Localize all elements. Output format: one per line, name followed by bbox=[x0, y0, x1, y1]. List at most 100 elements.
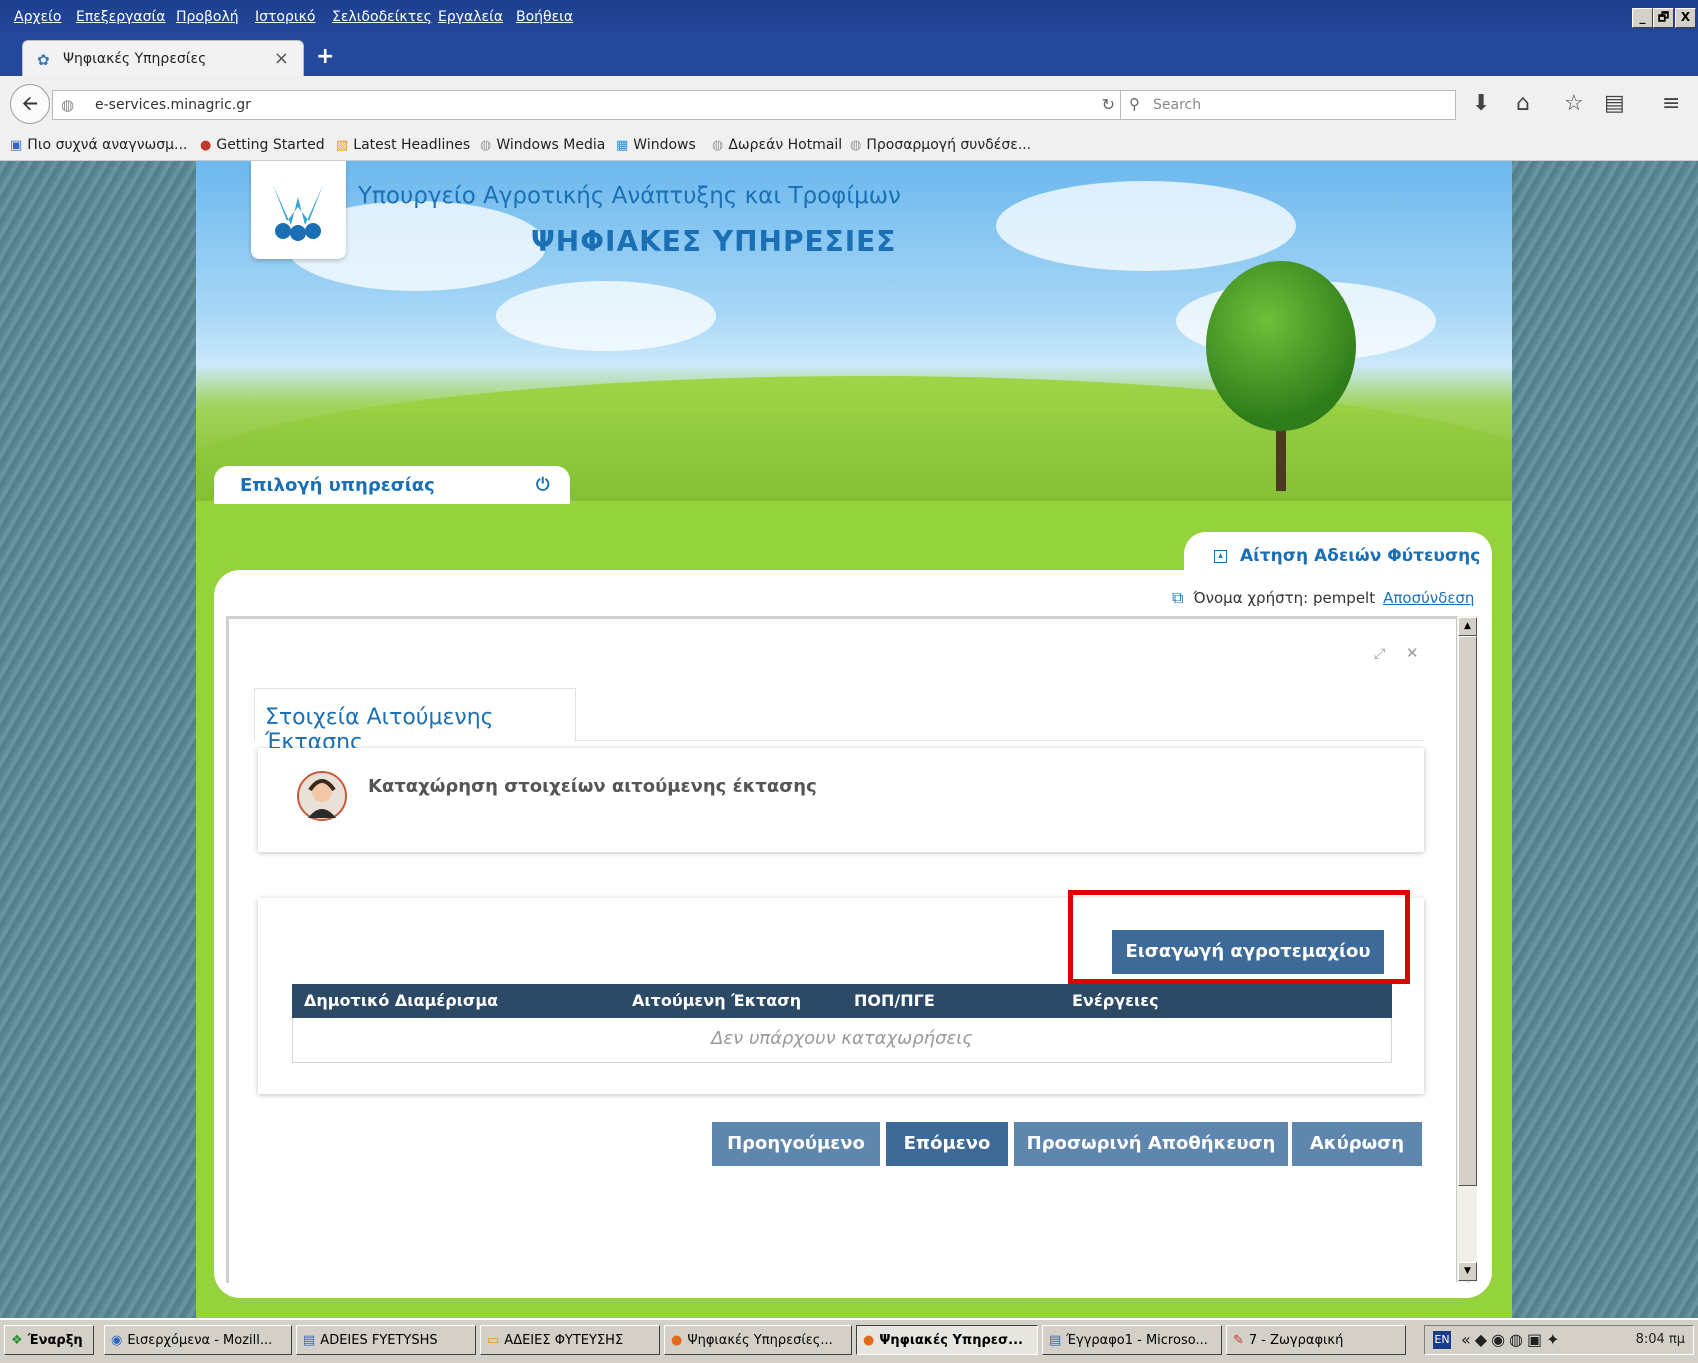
hamburger-menu-icon[interactable]: ≡ bbox=[1662, 91, 1680, 116]
ministry-logo bbox=[251, 161, 346, 259]
taskbar-item[interactable]: ◉ Εισερχόμενα - Mozill... bbox=[104, 1325, 292, 1355]
table-row: Δεν υπάρχουν καταχωρήσεις bbox=[292, 1018, 1392, 1063]
tab-divider bbox=[574, 740, 1424, 741]
bookmark-item[interactable]: ◍ Προσαρμογή συνδέσε... bbox=[850, 137, 1031, 153]
empty-message: Δεν υπάρχουν καταχωρήσεις bbox=[711, 1028, 973, 1049]
close-window-button[interactable]: X bbox=[1675, 8, 1696, 28]
tab-title: Ψηφιακές Υπηρεσίες bbox=[63, 51, 207, 67]
cloud bbox=[496, 281, 716, 351]
site-title: ΨΗΦΙΑΚΕΣ ΥΠΗΡΕΣΙΕΣ bbox=[531, 225, 897, 258]
scrollbar[interactable]: ▲ ▼ bbox=[1456, 616, 1477, 1282]
bookmark-item[interactable]: ▦ Windows bbox=[616, 137, 696, 153]
external-link-icon[interactable]: ⧉ bbox=[1172, 588, 1183, 607]
application-tab[interactable]: ▴ Αίτηση Αδειών Φύτευσης bbox=[1184, 532, 1492, 584]
service-select-tab[interactable]: Επιλογή υπηρεσίας ⏻ bbox=[214, 466, 570, 504]
bookmark-item[interactable]: ▧ Latest Headlines bbox=[336, 137, 470, 153]
taskbar-item[interactable]: ▭ ΑΔΕΙΕΣ ΦΥΤΕΥΣΗΣ bbox=[480, 1325, 660, 1355]
home-icon[interactable]: ⌂ bbox=[1516, 91, 1530, 116]
site-favicon-icon: ✿ bbox=[37, 51, 50, 69]
taskbar-item[interactable]: ▤ Έγγραφο1 - Microso... bbox=[1042, 1325, 1222, 1355]
thunderbird-icon: ◉ bbox=[111, 1333, 123, 1348]
globe-icon: ◍ bbox=[480, 138, 492, 153]
ministry-logo-icon bbox=[273, 185, 323, 241]
bookmark-item[interactable]: ▣ Πιο συχνά αναγνωσμ... bbox=[10, 137, 187, 153]
frequent-icon: ▣ bbox=[10, 138, 23, 153]
language-indicator[interactable]: EN bbox=[1433, 1331, 1451, 1349]
reading-list-icon[interactable]: ▤ bbox=[1604, 91, 1625, 116]
firefox-icon: ● bbox=[863, 1333, 875, 1348]
url-bar[interactable]: ◍ e-services.minagric.gr ↻ bbox=[52, 90, 1128, 120]
download-icon[interactable]: ⬇ bbox=[1472, 91, 1490, 116]
menu-tools[interactable]: Εργαλεία bbox=[438, 9, 503, 25]
windows-logo-icon: ❖ bbox=[11, 1333, 23, 1348]
menu-edit[interactable]: Επεξεργασία bbox=[76, 9, 165, 25]
taskbar-item[interactable]: ✎ 7 - Ζωγραφική bbox=[1226, 1325, 1406, 1355]
taskbar-item[interactable]: ▤ ADEIES FYETYSHS bbox=[296, 1325, 476, 1355]
ministry-name: Υπουργείο Αγροτικής Ανάπτυξης και Τροφίμ… bbox=[358, 183, 901, 209]
menu-help[interactable]: Βοήθεια bbox=[516, 9, 573, 25]
start-button[interactable]: ❖ Έναρξη bbox=[4, 1325, 94, 1355]
info-card: Καταχώρηση στοιχείων αιτούμενης έκτασης bbox=[258, 748, 1424, 852]
scroll-up-icon[interactable]: ▲ bbox=[1458, 617, 1477, 636]
column-header: Ενέργειες bbox=[1072, 991, 1159, 1010]
logout-link[interactable]: Αποσύνδεση bbox=[1383, 589, 1474, 607]
user-info: ⧉ Όνομα χρήστη: pempelt Αποσύνδεση bbox=[1172, 588, 1474, 608]
header-banner: Υπουργείο Αγροτικής Ανάπτυξης και Τροφίμ… bbox=[196, 161, 1512, 501]
word-doc-icon: ▤ bbox=[303, 1333, 316, 1348]
search-placeholder: Search bbox=[1153, 97, 1202, 113]
expand-icon[interactable]: ⤢ bbox=[1374, 646, 1385, 662]
taskbar-item-active[interactable]: ● Ψηφιακές Υπηρεσ... bbox=[856, 1325, 1038, 1355]
temporary-save-button[interactable]: Προσωρινή Αποθήκευση bbox=[1014, 1122, 1288, 1166]
search-input[interactable]: ⚲ Search bbox=[1120, 90, 1456, 120]
menu-history[interactable]: Ιστορικό bbox=[255, 9, 315, 25]
tree-icon bbox=[1206, 261, 1356, 431]
tab-bar: ✿ Ψηφιακές Υπηρεσίες × bbox=[0, 36, 1698, 77]
menu-view[interactable]: Προβολή bbox=[176, 9, 239, 25]
globe-icon: ◍ bbox=[61, 96, 75, 114]
close-tab-icon[interactable]: × bbox=[274, 48, 289, 69]
browser-tab-active[interactable]: ✿ Ψηφιακές Υπηρεσίες × bbox=[22, 40, 304, 77]
bookmark-item[interactable]: ◍ Windows Media bbox=[480, 137, 605, 153]
scroll-down-icon[interactable]: ▼ bbox=[1458, 1262, 1477, 1281]
collapse-icon: ▴ bbox=[1214, 550, 1227, 563]
paint-icon: ✎ bbox=[1233, 1333, 1244, 1348]
tray-icons[interactable]: «◆◉◍▣✦ bbox=[1461, 1330, 1564, 1349]
taskbar: ❖ Έναρξη ◉ Εισερχόμενα - Mozill... ▤ ADEIES… bbox=[0, 1318, 1698, 1363]
close-icon[interactable]: ✕ bbox=[1406, 644, 1419, 662]
bookmark-star-icon[interactable]: ☆ bbox=[1564, 91, 1584, 116]
highlight-box bbox=[1068, 890, 1410, 984]
maximize-button[interactable]: 🗗 bbox=[1653, 8, 1674, 28]
column-header: Δημοτικό Διαμέρισμα bbox=[304, 991, 499, 1010]
reload-icon[interactable]: ↻ bbox=[1102, 95, 1115, 114]
power-icon: ⏻ bbox=[536, 475, 550, 495]
windows-icon: ▦ bbox=[616, 138, 629, 153]
scrollbar-thumb[interactable] bbox=[1458, 636, 1477, 1186]
cancel-button[interactable]: Ακύρωση bbox=[1292, 1122, 1422, 1166]
support-agent-icon bbox=[297, 771, 347, 821]
bookmark-item[interactable]: ● Getting Started bbox=[200, 137, 325, 153]
menu-bar: Αρχείο Επεξεργασία Προβολή Ιστορικό Σελι… bbox=[0, 0, 1698, 36]
bookmark-item[interactable]: ◍ Δωρεάν Hotmail bbox=[712, 137, 842, 153]
minimize-button[interactable]: _ bbox=[1632, 8, 1653, 28]
previous-button[interactable]: Προηγούμενο bbox=[712, 1122, 880, 1166]
bookmarks-bar: ▣ Πιο συχνά αναγνωσμ... ● Getting Started … bbox=[0, 132, 1698, 161]
back-button[interactable]: 🡨 bbox=[10, 84, 50, 124]
firefox-icon: ● bbox=[671, 1333, 683, 1348]
rss-icon: ▧ bbox=[336, 138, 349, 153]
menu-bookmarks[interactable]: Σελιδοδείκτες bbox=[332, 9, 432, 25]
info-text: Καταχώρηση στοιχείων αιτούμενης έκτασης bbox=[368, 776, 817, 797]
column-header: Αιτούμενη Έκταση bbox=[632, 991, 802, 1010]
cloud bbox=[996, 181, 1296, 271]
clock: 8:04 πμ bbox=[1635, 1332, 1685, 1347]
navigation-bar: 🡨 ◍ e-services.minagric.gr ↻ ⚲ Search ⬇ … bbox=[0, 76, 1698, 133]
next-button[interactable]: Επόμενο bbox=[886, 1122, 1008, 1166]
username-label: Όνομα χρήστη: pempelt bbox=[1193, 589, 1376, 607]
service-select-label: Επιλογή υπηρεσίας bbox=[240, 475, 435, 496]
taskbar-item[interactable]: ● Ψηφιακές Υπηρεσίες... bbox=[664, 1325, 852, 1355]
firefox-icon: ● bbox=[200, 138, 212, 153]
url-text: e-services.minagric.gr bbox=[95, 97, 251, 113]
new-tab-button[interactable]: + bbox=[316, 44, 334, 69]
tab-requested-area[interactable]: Στοιχεία Αιτούμενης Έκτασης bbox=[254, 688, 576, 755]
word-doc-icon: ▤ bbox=[1049, 1333, 1062, 1348]
menu-file[interactable]: Αρχείο bbox=[14, 9, 61, 25]
